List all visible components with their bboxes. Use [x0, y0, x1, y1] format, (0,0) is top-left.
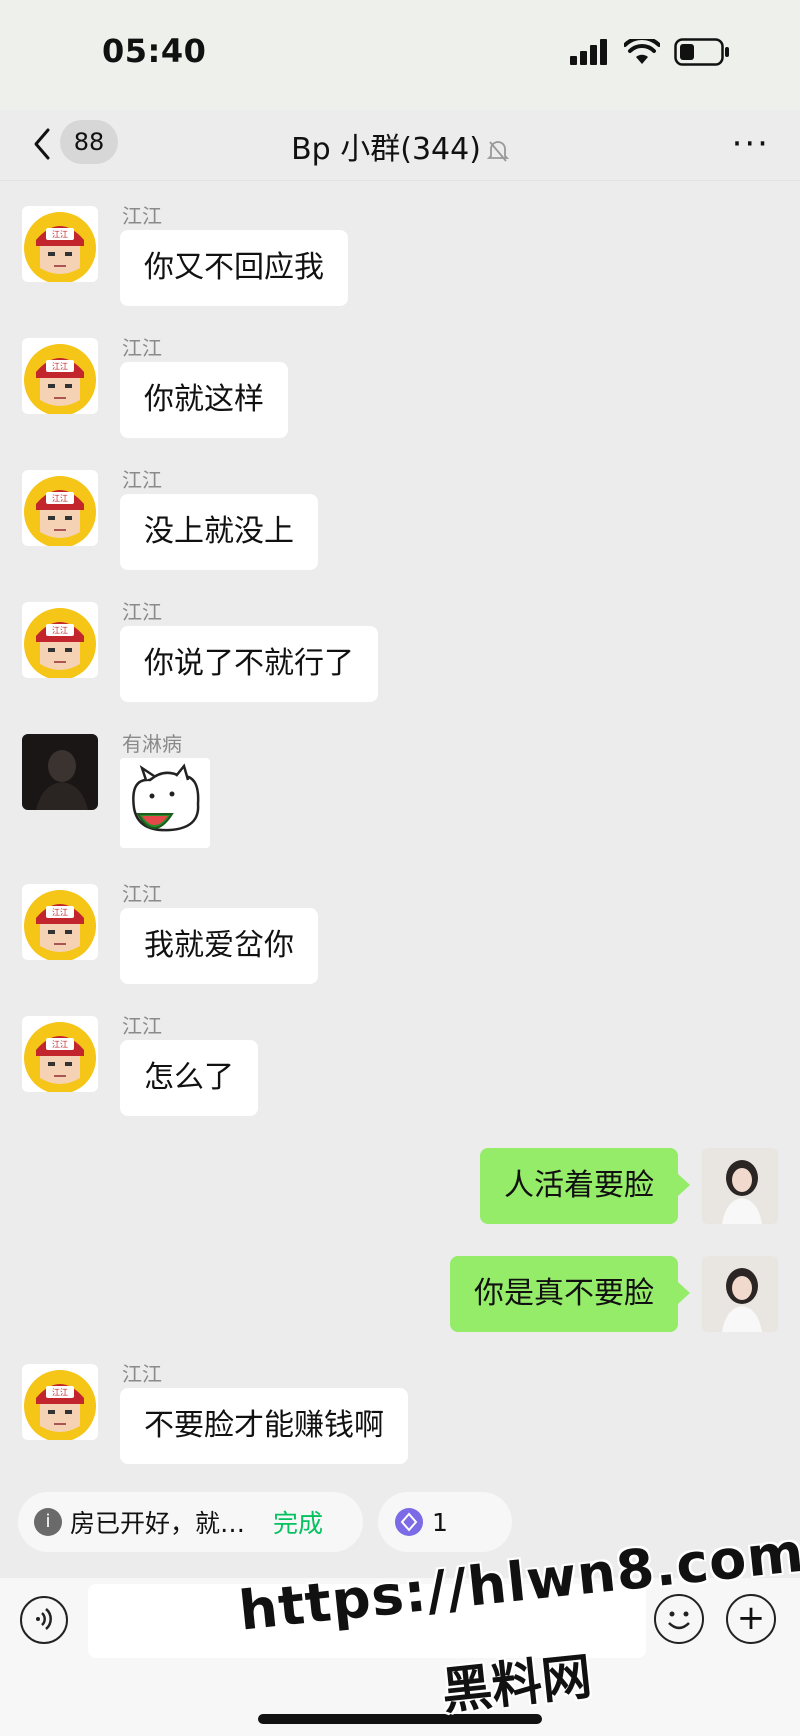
sender-name: 江江: [122, 1014, 162, 1038]
chat-title: Bp 小群(344): [0, 124, 800, 168]
sender-name: 有淋病: [122, 732, 182, 756]
message-row-outgoing: 人活着要脸: [0, 1148, 800, 1228]
cat-watermelon-sticker[interactable]: [120, 758, 210, 848]
avatar[interactable]: 江江: [22, 470, 98, 546]
avatar[interactable]: 江江: [22, 1016, 98, 1092]
sender-name: 江江: [122, 1362, 162, 1386]
message-row: 江江 江江 你说了不就行了: [0, 596, 800, 706]
message-bubble-outgoing[interactable]: 人活着要脸: [480, 1148, 690, 1224]
message-row: 江江 江江 怎么了: [0, 1010, 800, 1120]
avatar-badge-label: 江江: [52, 1040, 68, 1049]
message-bubble[interactable]: 怎么了: [120, 1040, 258, 1116]
message-row: 江江 江江 没上就没上: [0, 464, 800, 574]
sender-name: 江江: [122, 336, 162, 360]
info-icon: i: [34, 1508, 62, 1536]
voice-input-icon[interactable]: [20, 1596, 68, 1644]
emoji-icon[interactable]: [654, 1594, 704, 1644]
sender-name: 江江: [122, 468, 162, 492]
diamond-icon: [395, 1508, 423, 1536]
avatar[interactable]: 江江: [22, 884, 98, 960]
message-row: 有淋病: [0, 728, 800, 848]
message-bubble[interactable]: 你说了不就行了: [120, 626, 378, 702]
avatar[interactable]: [22, 734, 98, 810]
plus-icon[interactable]: +: [726, 1594, 776, 1644]
message-bubble[interactable]: 没上就没上: [120, 494, 318, 570]
message-bubble[interactable]: 不要脸才能赚钱啊: [120, 1388, 408, 1464]
sender-name: 江江: [122, 600, 162, 624]
pinned-counter[interactable]: 1: [378, 1492, 512, 1552]
avatar[interactable]: 江江: [22, 602, 98, 678]
status-icons: [570, 38, 730, 66]
pinned-count: 1: [432, 1507, 448, 1537]
chat-title-text: Bp 小群(344): [291, 132, 481, 167]
self-avatar[interactable]: [702, 1256, 778, 1332]
status-bar: 05:40: [0, 0, 800, 110]
status-time: 05:40: [102, 32, 207, 70]
battery-icon: [674, 38, 729, 66]
sender-name: 江江: [122, 882, 162, 906]
avatar-badge-label: 江江: [52, 230, 68, 239]
message-row: 江江 江江 你又不回应我: [0, 200, 800, 310]
message-bubble[interactable]: 我就爱岔你: [120, 908, 318, 984]
sender-name: 江江: [122, 204, 162, 228]
message-row: 江江 江江 你就这样: [0, 332, 800, 442]
avatar-badge-label: 江江: [52, 1388, 68, 1397]
avatar-badge-label: 江江: [52, 362, 68, 371]
wifi-icon: [624, 39, 660, 64]
avatar[interactable]: 江江: [22, 1364, 98, 1440]
pinned-notice[interactable]: i 房已开好，就… 完成: [18, 1492, 363, 1552]
avatar-badge-label: 江江: [52, 908, 68, 917]
self-avatar[interactable]: [702, 1148, 778, 1224]
signal-icon: [570, 39, 607, 65]
pinned-done-button[interactable]: 完成: [273, 1504, 323, 1540]
message-row-outgoing: 你是真不要脸: [0, 1256, 800, 1336]
message-bubble[interactable]: 你就这样: [120, 362, 288, 438]
chat-header: 88 Bp 小群(344) ···: [0, 110, 800, 181]
message-row: 江江 江江 我就爱岔你: [0, 878, 800, 988]
avatar[interactable]: 江江: [22, 338, 98, 414]
pinned-notice-text: 房已开好，就…: [70, 1509, 246, 1538]
avatar-badge-label: 江江: [52, 626, 68, 635]
message-bubble-outgoing[interactable]: 你是真不要脸: [450, 1256, 690, 1332]
mute-bell-icon: [486, 140, 509, 162]
avatar[interactable]: 江江: [22, 206, 98, 282]
avatar-badge-label: 江江: [52, 494, 68, 503]
message-row: 江江 江江 不要脸才能赚钱啊: [0, 1358, 800, 1468]
message-bubble[interactable]: 你又不回应我: [120, 230, 348, 306]
more-options-button[interactable]: ···: [732, 124, 770, 164]
